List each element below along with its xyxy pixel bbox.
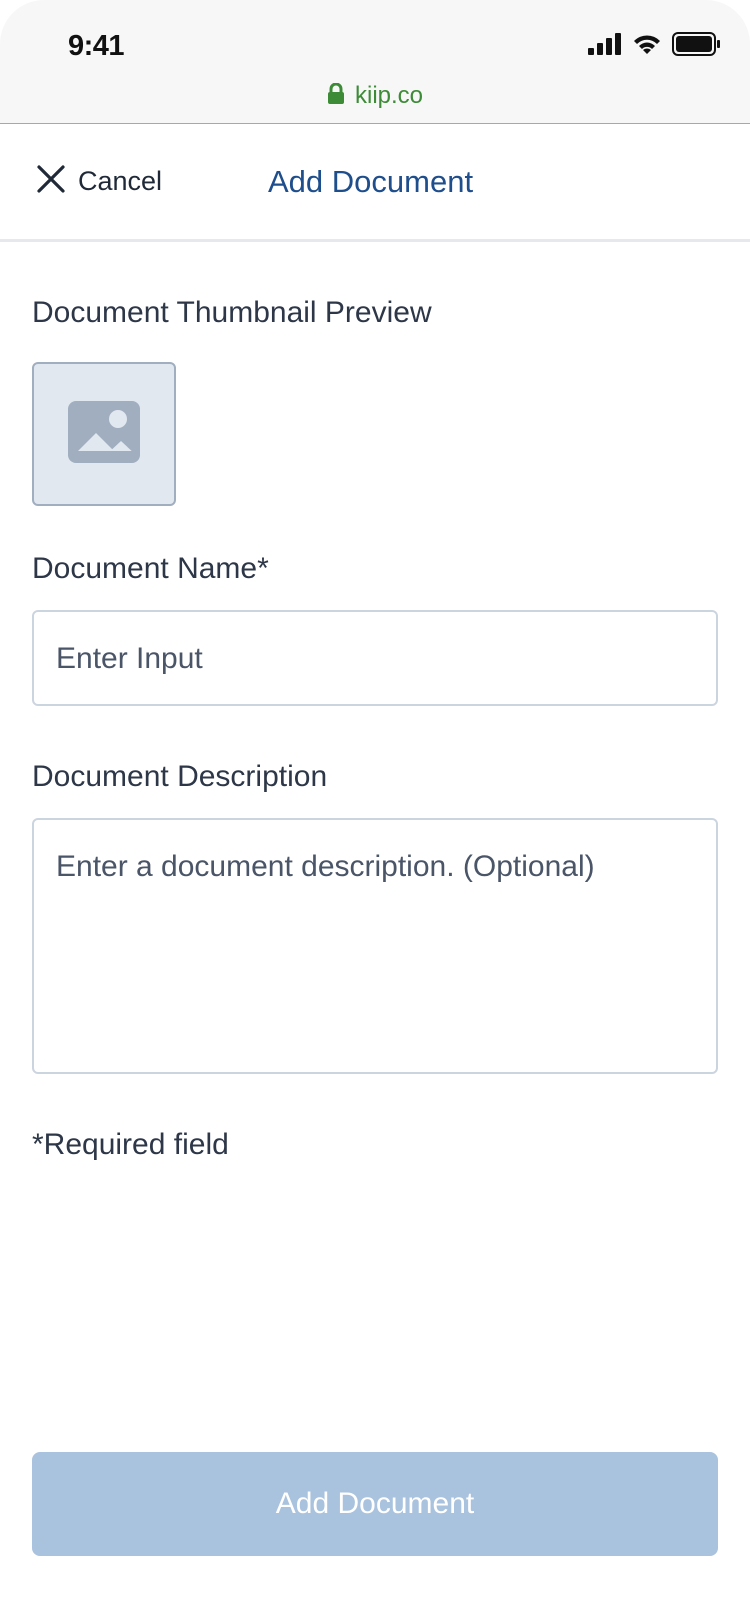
status-bar: 9:41 kiip.co <box>0 0 750 124</box>
signal-icon <box>588 33 622 60</box>
wifi-icon <box>632 33 662 60</box>
url-text: kiip.co <box>354 82 424 109</box>
document-name-placeholder: Enter Input <box>56 642 203 675</box>
document-description-textarea[interactable]: Enter a document description. (Optional) <box>32 818 718 1074</box>
close-icon <box>36 164 66 199</box>
document-name-input[interactable]: Enter Input <box>32 610 718 706</box>
lock-icon <box>327 82 345 110</box>
thumbnail-label: Document Thumbnail Preview <box>32 296 432 329</box>
nav-bar: Cancel Add Document <box>0 124 750 242</box>
required-field-note: *Required field <box>32 1128 229 1161</box>
add-document-button-label: Add Document <box>275 1487 475 1520</box>
battery-icon <box>672 32 720 61</box>
system-icons <box>588 32 720 61</box>
thumbnail-preview[interactable] <box>32 362 176 506</box>
address-bar[interactable]: kiip.co <box>0 82 750 110</box>
page-title: Add Document <box>268 164 474 199</box>
cancel-button[interactable]: Cancel <box>36 164 162 199</box>
image-icon <box>66 399 142 470</box>
document-name-label: Document Name* <box>32 552 269 585</box>
status-time: 9:41 <box>68 30 125 62</box>
document-description-placeholder: Enter a document description. (Optional) <box>56 850 595 883</box>
document-description-label: Document Description <box>32 760 328 793</box>
cancel-label: Cancel <box>78 166 163 196</box>
add-document-button[interactable]: Add Document <box>32 1452 718 1556</box>
